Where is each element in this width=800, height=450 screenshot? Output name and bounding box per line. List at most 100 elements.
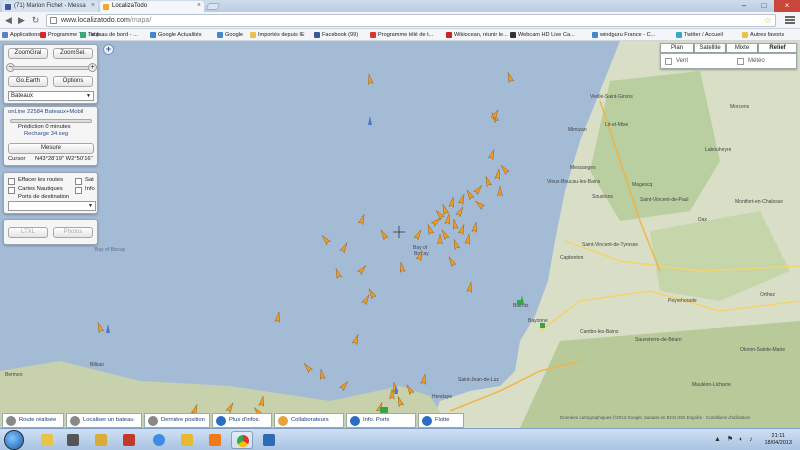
city-label: Mimizan (568, 127, 587, 133)
toolbar-button[interactable]: Route réalisée (2, 413, 64, 428)
toolbar-button[interactable]: Collaborateurs (274, 413, 344, 428)
new-tab-button[interactable] (205, 3, 221, 10)
bookmark-icon (2, 32, 8, 38)
map-type-mixte[interactable]: Mixte (726, 43, 758, 53)
clock[interactable]: 21:11 18/04/2013 (764, 433, 792, 447)
vessel-map[interactable]: Vieille-Saint-Girons Lit-et-Mixe Morcenx… (0, 41, 800, 428)
reload-icon[interactable]: ↻ (30, 15, 41, 26)
nautical-charts-checkbox[interactable] (8, 187, 15, 194)
url-text: www.localizatodo.com/mapa/ (61, 17, 151, 24)
url-input[interactable]: www.localizatodo.com/mapa/ ☆ (46, 14, 776, 27)
start-button[interactable] (4, 430, 24, 450)
browser-tab-facebook[interactable]: (71) Marion Fichet - Messa × (2, 1, 98, 12)
zoom-slider[interactable] (12, 66, 90, 70)
city-label: Dax (698, 217, 707, 223)
map-type-relief[interactable]: Relief (758, 43, 797, 53)
bookmark-star-icon[interactable]: ☆ (764, 15, 772, 26)
city-label: Capbreton (560, 255, 584, 261)
forward-arrow-icon[interactable]: ▶ (16, 15, 27, 26)
tab-title: LocalizaTodo (112, 3, 148, 9)
bookmark-item[interactable]: Facebook (99) (314, 30, 358, 40)
minimize-button[interactable]: – (734, 0, 754, 12)
zoom-sel-button[interactable]: ZoomSel. (53, 48, 93, 59)
taskbar-paint[interactable] (90, 431, 112, 449)
map-type-plan[interactable]: Plan (660, 43, 694, 53)
map-canvas[interactable]: Vieille-Saint-Girons Lit-et-Mixe Morcenx… (0, 41, 800, 428)
go-earth-button[interactable]: Go.Earth (8, 76, 48, 87)
info-checkbox[interactable] (75, 187, 82, 194)
taskbar-media[interactable] (62, 431, 84, 449)
maximize-button[interactable]: □ (754, 0, 774, 12)
tray-icons[interactable]: ▲ ⚑ ◐ ♪ (714, 435, 755, 443)
clear-routes-checkbox[interactable] (8, 178, 15, 185)
taskbar-explorer[interactable] (36, 431, 58, 449)
toolbar-label: Route réalisée (19, 417, 57, 423)
map-type-satellite[interactable]: Satellite (694, 43, 726, 53)
taskbar-orange[interactable] (204, 431, 226, 449)
toolbar-button[interactable]: Info. Ports (346, 413, 416, 428)
ltxl-button[interactable]: LTXL (8, 227, 48, 238)
vessel-type-select[interactable]: Bateaux ▼ (8, 91, 94, 101)
zoom-gral-button[interactable]: ZoomGral (8, 48, 48, 59)
online-status: onLine 22584 Bateaux+Mobil (8, 109, 84, 115)
bookmarks-bar: Applications Programme TV : le p... Tablea… (0, 29, 800, 41)
taskbar-files[interactable] (176, 431, 198, 449)
prediction-slider[interactable] (10, 119, 92, 123)
chevron-down-icon: ▼ (86, 93, 91, 99)
bookmark-item[interactable]: Webcam HD Live Ca... (510, 30, 575, 40)
browser-menu-icon[interactable] (784, 15, 796, 26)
toolbar-button[interactable]: Dernière position (144, 413, 210, 428)
taskbar-chrome[interactable] (231, 431, 253, 449)
bookmark-icon (510, 32, 516, 38)
city-label: Oloron-Sainte-Marie (740, 347, 785, 353)
toolbar-icon (350, 416, 360, 426)
bookmark-item[interactable]: Programme télé de t... (370, 30, 433, 40)
browser-tab-localizatodo[interactable]: LocalizaTodo × (100, 1, 204, 12)
zoom-in-small-icon[interactable]: + (88, 63, 97, 72)
map-type-label: Mixte (734, 45, 750, 51)
zoom-in-icon[interactable]: + (103, 44, 114, 55)
internet-explorer-icon (153, 434, 165, 446)
city-label: Hendaye (432, 394, 452, 400)
bookmark-icon (592, 32, 598, 38)
close-tab-icon[interactable]: × (197, 2, 201, 9)
vent-checkbox[interactable] (665, 58, 672, 65)
routes-panel: Effacer les routes Sat Cartes Nautiques … (3, 172, 98, 214)
toolbar-label: Flotte (435, 417, 450, 423)
bookmark-label: Importés depuis IE (258, 32, 305, 38)
toolbar-button[interactable]: Localiser un bateau (66, 413, 142, 428)
bookmark-item[interactable]: Google (217, 30, 243, 40)
close-window-button[interactable]: × (774, 0, 800, 12)
bookmark-item[interactable]: Tableau de bord - ... (80, 30, 138, 40)
bookmark-item[interactable]: Autres favoris (742, 30, 784, 40)
taskbar-mail[interactable] (258, 431, 280, 449)
toolbar-label: Info. Ports (363, 417, 390, 423)
bookmark-icon (40, 32, 46, 38)
bookmark-label: Twitter / Accueil (684, 32, 723, 38)
bookmark-item[interactable]: Twitter / Accueil (676, 30, 723, 40)
close-tab-icon[interactable]: × (91, 2, 95, 9)
sat-checkbox[interactable] (75, 178, 82, 185)
city-label: Vieux-Boucau-les-Bains (547, 179, 601, 185)
bookmark-icon (250, 32, 256, 38)
toolbar-button[interactable]: Plus d'infos. (212, 413, 272, 428)
measure-button[interactable]: Mesure (8, 143, 94, 154)
taskbar-video[interactable] (118, 431, 140, 449)
toolbar-label: Plus d'infos. (229, 417, 261, 423)
bookmark-item[interactable]: Importés depuis IE (250, 30, 305, 40)
city-label: Lit-et-Mixe (605, 122, 629, 128)
options-button[interactable]: Options (53, 76, 93, 87)
bookmark-item[interactable]: Applications (2, 30, 40, 40)
bookmark-icon (150, 32, 156, 38)
destination-ports-select[interactable]: ▼ (8, 201, 96, 211)
status-panel: onLine 22584 Bateaux+Mobil Prédiction 0 … (3, 106, 98, 166)
bookmark-item[interactable]: Google Actualités (150, 30, 202, 40)
bookmark-label: windguru France - C... (600, 32, 656, 38)
photos-button[interactable]: Photos (53, 227, 93, 238)
back-arrow-icon[interactable]: ◀ (3, 15, 14, 26)
bookmark-item[interactable]: Wikiocean, réunir le... (446, 30, 508, 40)
toolbar-button[interactable]: Flotte (418, 413, 464, 428)
taskbar-ie[interactable] (148, 431, 170, 449)
meteo-checkbox[interactable] (737, 58, 744, 65)
bookmark-item[interactable]: windguru France - C... (592, 30, 655, 40)
